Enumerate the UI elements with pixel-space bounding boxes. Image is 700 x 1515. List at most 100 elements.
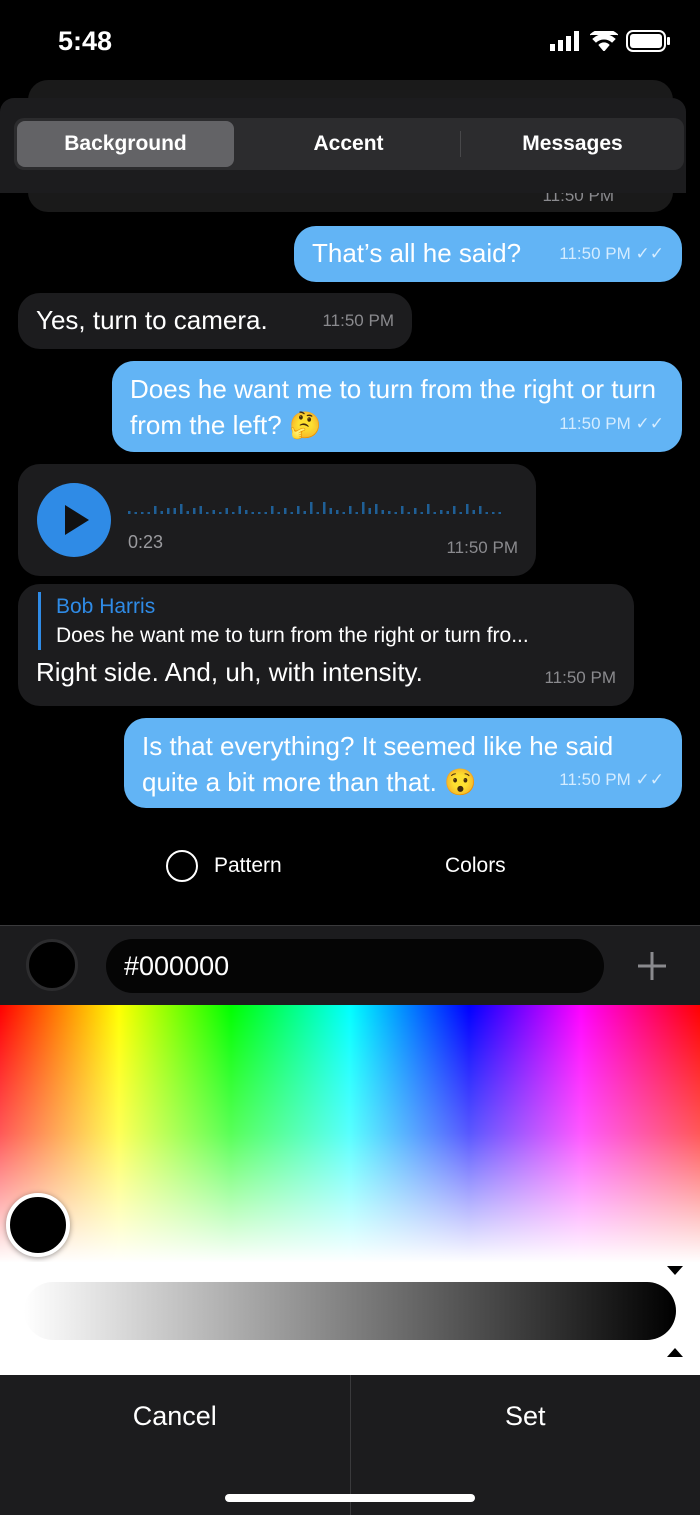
waveform-bar: [355, 512, 358, 514]
waveform-bar: [251, 512, 254, 514]
waveform-bar: [134, 512, 137, 514]
message-time: 11:50 PM ✓✓: [559, 414, 664, 433]
waveform-bar: [154, 506, 157, 514]
reply-message-bubble[interactable]: Bob Harris Does he want me to turn from …: [18, 584, 634, 706]
divider: [460, 131, 461, 157]
waveform-bar: [212, 510, 215, 514]
waveform-bar: [459, 512, 462, 514]
waveform-bar: [258, 512, 261, 514]
message-text: That’s all he said?: [312, 238, 522, 268]
waveform-bar: [167, 508, 170, 514]
status-icons: [550, 30, 670, 52]
tab-messages[interactable]: Messages: [464, 121, 681, 167]
spectrum-handle[interactable]: [6, 1193, 70, 1257]
tab-background[interactable]: Background: [17, 121, 234, 167]
colors-button[interactable]: Colors: [445, 854, 506, 878]
wifi-icon: [590, 31, 618, 51]
waveform-bar: [479, 506, 482, 514]
message-bubble-outgoing[interactable]: That’s all he said? 11:50 PM ✓✓: [294, 226, 682, 282]
waveform-bar: [492, 512, 495, 514]
waveform-bar: [206, 512, 209, 514]
slider-top-marker-icon: [667, 1266, 683, 1275]
waveform-bar: [264, 512, 267, 514]
message-bubble-outgoing[interactable]: Is that everything? It seemed like he sa…: [124, 718, 682, 808]
waveform-bar: [329, 508, 332, 514]
waveform-bar: [193, 508, 196, 514]
message-text: Yes, turn to camera.: [36, 305, 268, 335]
waveform-bar: [349, 506, 352, 514]
waveform-bar: [446, 511, 449, 514]
brightness-slider[interactable]: [24, 1282, 676, 1340]
slider-bottom-marker-icon: [667, 1348, 683, 1357]
waveform-bar: [375, 504, 378, 514]
waveform-bar: [433, 512, 436, 514]
waveform-bar: [147, 512, 150, 514]
message-text: Right side. And, uh, with intensity.: [36, 657, 423, 687]
waveform-bar: [245, 510, 248, 514]
waveform-bar: [414, 508, 417, 514]
battery-icon: [626, 30, 670, 52]
waveform-bar: [453, 506, 456, 514]
message-time: 11:50 PM: [322, 311, 394, 330]
waveform-bar: [303, 511, 306, 514]
waveform-bar: [310, 502, 313, 514]
waveform-bar: [427, 504, 430, 514]
waveform-bar: [141, 512, 144, 514]
voice-message-bubble[interactable]: 0:23 11:50 PM: [18, 464, 536, 576]
message-bubble-incoming[interactable]: Yes, turn to camera. 11:50 PM: [18, 293, 412, 349]
play-icon: [65, 505, 89, 535]
waveform-bar: [420, 512, 423, 514]
waveform-bar: [186, 511, 189, 514]
waveform-bar: [336, 510, 339, 514]
plus-icon[interactable]: [636, 950, 668, 982]
background-options: Pattern Colors: [0, 848, 700, 884]
waveform-bar: [342, 512, 345, 514]
message-time: 11:50 PM: [544, 668, 616, 687]
waveform-bar: [277, 512, 280, 514]
waveform-bar: [368, 508, 371, 514]
reply-text: Does he want me to turn from the right o…: [56, 624, 529, 647]
status-time: 5:48: [58, 26, 113, 56]
message-time: 11:50 PM ✓✓: [559, 244, 664, 263]
waveform-bar: [472, 510, 475, 514]
waveform-bar: [381, 510, 384, 514]
waveform-bar: [323, 502, 326, 514]
color-swatch[interactable]: [26, 939, 78, 991]
reply-quote[interactable]: Bob Harris Does he want me to turn from …: [38, 592, 616, 650]
waveform-bar: [160, 511, 163, 514]
hex-input[interactable]: #000000: [106, 939, 604, 993]
segmented-control: Background Accent Messages: [14, 118, 684, 170]
waveform-bar: [199, 506, 202, 514]
waveform-bar: [498, 512, 501, 514]
waveform-bar: [440, 510, 443, 514]
hex-input-panel: #000000: [0, 925, 700, 1005]
pattern-label: Pattern: [214, 854, 282, 877]
waveform-bar: [271, 506, 274, 514]
reply-author: Bob Harris: [56, 595, 156, 618]
waveform-bar: [128, 511, 131, 514]
waveform-bar: [401, 506, 404, 514]
message-bubble-outgoing[interactable]: Does he want me to turn from the right o…: [112, 361, 682, 452]
waveform-bar: [284, 508, 287, 514]
signal-icon: [550, 31, 579, 51]
waveform-bar: [238, 506, 241, 514]
waveform-bar: [173, 508, 176, 514]
tab-accent[interactable]: Accent: [240, 121, 457, 167]
play-button[interactable]: [37, 483, 111, 557]
waveform-bar: [297, 506, 300, 514]
color-spectrum[interactable]: [0, 1005, 700, 1263]
home-indicator: [225, 1494, 475, 1502]
message-time: 11:50 PM: [446, 538, 518, 557]
voice-duration: 0:23: [128, 532, 164, 552]
waveform-bar: [362, 502, 365, 514]
waveform-bar: [407, 512, 410, 514]
waveform: [128, 502, 501, 514]
waveform-bar: [225, 508, 228, 514]
message-time: 11:50 PM ✓✓: [559, 770, 664, 789]
pattern-toggle[interactable]: Pattern: [166, 850, 282, 882]
waveform-bar: [394, 512, 397, 514]
waveform-bar: [290, 512, 293, 514]
waveform-bar: [316, 512, 319, 514]
waveform-bar: [485, 512, 488, 514]
waveform-bar: [180, 504, 183, 514]
